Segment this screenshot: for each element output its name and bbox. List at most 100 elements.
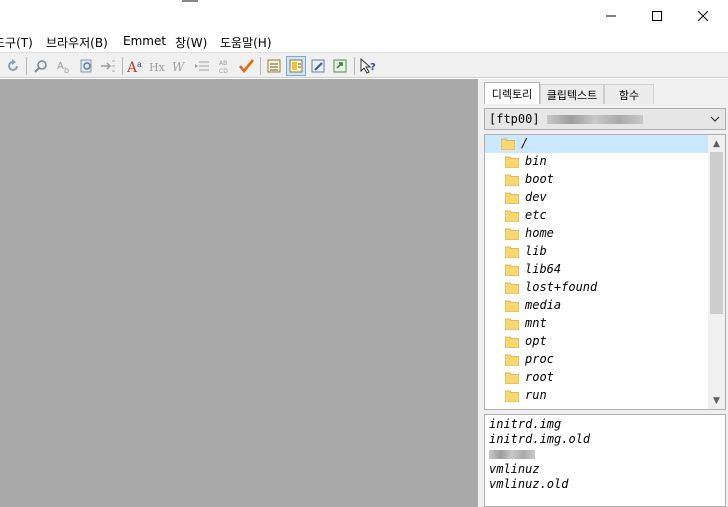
toolbar-separator — [260, 57, 261, 75]
replace-icon: Ab — [57, 61, 69, 74]
help-pointer-icon: ? — [360, 58, 376, 74]
tree-item[interactable]: etc — [485, 207, 709, 225]
tree-item[interactable]: proc — [485, 351, 709, 369]
tree-item[interactable]: lib — [485, 243, 709, 261]
redacted-host — [546, 115, 643, 124]
editor-area[interactable] — [0, 79, 478, 507]
maximize-icon — [652, 11, 662, 21]
tree-item[interactable]: lost+found — [485, 279, 709, 297]
file-item[interactable] — [489, 447, 535, 462]
notes-panel-icon — [311, 59, 325, 73]
title-bar — [0, 0, 728, 32]
heading-icon: Hx — [149, 61, 166, 74]
file-item[interactable]: vmlinuz.old — [489, 477, 568, 492]
file-item[interactable]: initrd.img.old — [489, 432, 590, 447]
scroll-down-icon[interactable]: ▼ — [708, 392, 725, 409]
tree-item[interactable]: opt — [485, 333, 709, 351]
svg-text:Hx: Hx — [149, 61, 166, 74]
minimize-button[interactable] — [588, 0, 634, 32]
file-panel-button[interactable] — [286, 56, 306, 76]
font-size-icon: Aa — [127, 60, 142, 74]
tree-item[interactable]: run — [485, 387, 709, 405]
scroll-thumb[interactable] — [710, 152, 723, 314]
tab-directory[interactable]: 디렉토리 — [484, 82, 540, 104]
tree-item-label: media — [525, 298, 562, 312]
tree-item-label: root — [525, 370, 554, 384]
sort-button[interactable]: AB CD — [214, 56, 234, 76]
chevron-down-icon — [710, 116, 720, 122]
font-size-button[interactable]: Aa — [126, 56, 146, 76]
tree-item[interactable]: home — [485, 225, 709, 243]
tree-item[interactable]: lib64 — [485, 261, 709, 279]
tree-item[interactable]: / — [485, 135, 709, 153]
toolbar-separator — [122, 57, 123, 75]
svg-text:a: a — [137, 60, 142, 69]
output-panel-button[interactable] — [330, 56, 350, 76]
tree-scrollbar[interactable]: ▲ ▼ — [708, 135, 725, 409]
spellcheck-icon — [238, 59, 254, 74]
maximize-button[interactable] — [634, 0, 680, 32]
folder-icon — [505, 210, 519, 222]
menu-window[interactable]: 창(W) — [175, 34, 207, 51]
folder-icon — [505, 300, 519, 312]
tree-item-label: opt — [525, 334, 547, 348]
close-icon — [698, 11, 708, 21]
tree-item-label: home — [525, 226, 554, 240]
redo-icon — [8, 59, 18, 71]
indent-icon — [195, 61, 209, 71]
toolbar-separator — [26, 57, 27, 75]
minimize-icon — [606, 15, 616, 17]
file-item[interactable]: initrd.img — [489, 417, 561, 432]
title-fragment — [182, 0, 198, 2]
file-list[interactable]: initrd.img initrd.img.old vmlinuz vmlinuz.o… — [484, 414, 726, 507]
tree-item-label: / — [521, 136, 529, 150]
menu-help[interactable]: 도움말(H) — [220, 34, 272, 51]
tab-functions[interactable]: 함수 — [604, 84, 654, 104]
tree-item-label: bin — [525, 154, 547, 168]
file-panel-icon — [289, 59, 303, 73]
scroll-up-icon[interactable]: ▲ — [708, 135, 725, 152]
outline-panel-button[interactable] — [264, 56, 284, 76]
folder-icon — [505, 372, 519, 384]
tab-cliptext[interactable]: 클립텍스트 — [540, 84, 604, 104]
tree-item[interactable]: mnt — [485, 315, 709, 333]
folder-icon — [505, 174, 519, 186]
tab-label: 함수 — [618, 88, 640, 102]
panel-tabs: 디렉토리 클립텍스트 함수 — [482, 82, 728, 104]
spellcheck-button[interactable] — [236, 56, 256, 76]
menu-tools[interactable]: 도구(T) — [0, 34, 33, 51]
italic-button[interactable]: W — [170, 56, 190, 76]
notes-panel-button[interactable] — [308, 56, 328, 76]
tree-item-label: lib64 — [525, 262, 562, 276]
find-icon — [34, 60, 47, 73]
file-item[interactable]: vmlinuz — [489, 462, 540, 477]
server-label: [ftp00] — [489, 112, 643, 126]
tree-item[interactable]: media — [485, 297, 709, 315]
tree-item[interactable]: dev — [485, 189, 709, 207]
redo-button[interactable] — [3, 56, 23, 76]
folder-icon — [505, 156, 519, 168]
tree-item[interactable]: root — [485, 369, 709, 387]
find-in-files-button[interactable] — [76, 56, 96, 76]
tree-item[interactable]: bin — [485, 153, 709, 171]
sort-icon: ABCD — [219, 60, 228, 74]
menu-browser[interactable]: 브라우저(B) — [46, 34, 108, 51]
tree-item[interactable]: boot — [485, 171, 709, 189]
tab-label: 클립텍스트 — [546, 88, 598, 102]
svg-text:?: ? — [370, 62, 376, 73]
indent-button[interactable] — [192, 56, 212, 76]
help-pointer-button[interactable]: ? — [358, 56, 378, 76]
replace-button[interactable]: Ab — [54, 56, 74, 76]
directory-tree[interactable]: run root proc opt mnt media lost+found lib64 lib… — [484, 134, 726, 410]
tree-item-label: lost+found — [525, 280, 598, 294]
directory-panel: 디렉토리 클립텍스트 함수 [ftp00] run root proc opt mnt m… — [482, 79, 728, 507]
folder-icon — [505, 318, 519, 330]
menu-emmet[interactable]: Emmet — [123, 34, 166, 48]
close-button[interactable] — [680, 0, 726, 32]
goto-button[interactable] — [98, 56, 118, 76]
goto-icon — [101, 60, 115, 72]
svg-text:W: W — [172, 60, 186, 74]
heading-button[interactable]: Hx — [148, 56, 168, 76]
find-button[interactable] — [31, 56, 51, 76]
server-select[interactable]: [ftp00] — [484, 108, 726, 130]
